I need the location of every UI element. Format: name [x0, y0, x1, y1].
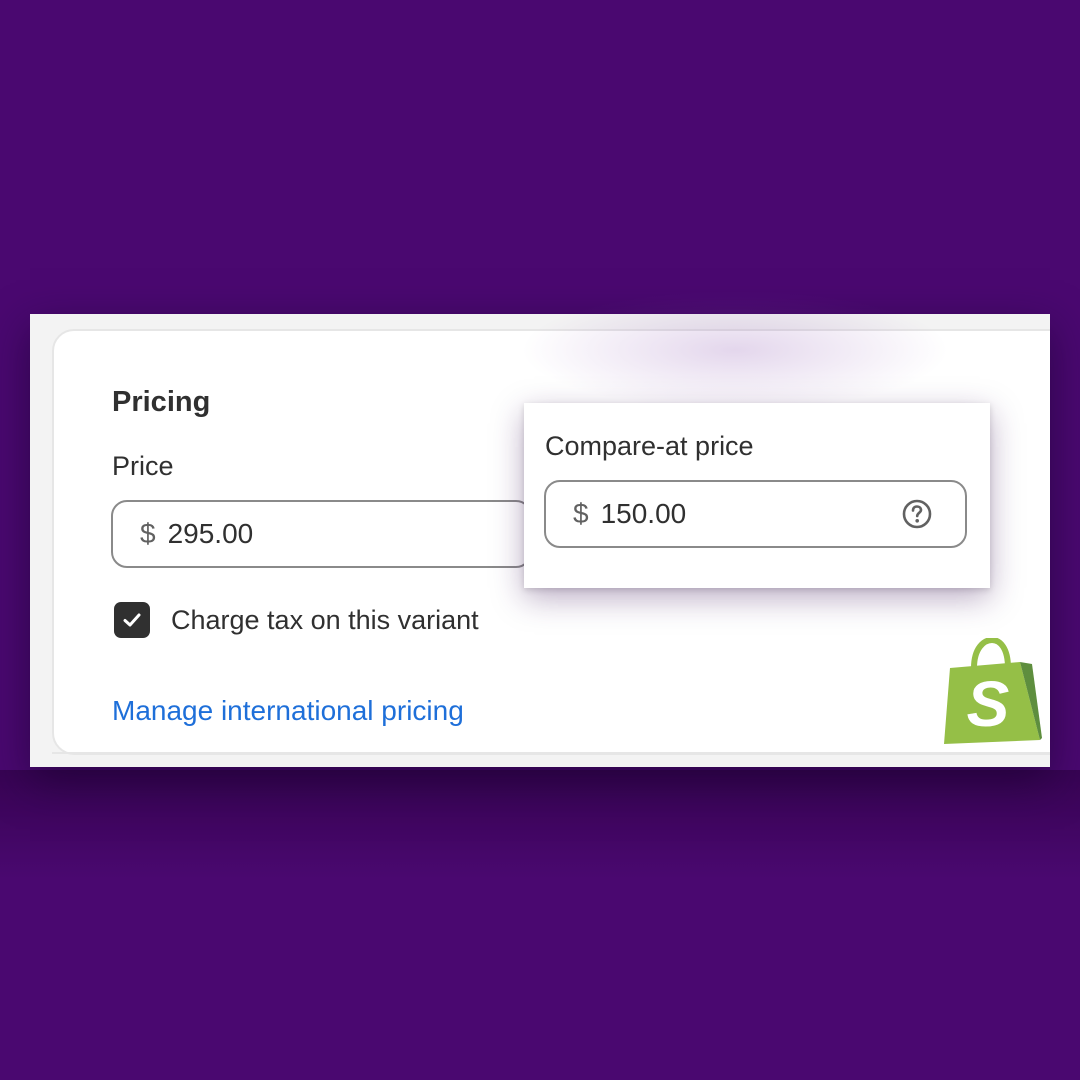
- price-label: Price: [112, 451, 174, 481]
- background-shadow: [0, 770, 1080, 880]
- charge-tax-label: Charge tax on this variant: [171, 604, 479, 635]
- manage-international-pricing-link[interactable]: Manage international pricing: [112, 695, 464, 727]
- charge-tax-row[interactable]: Charge tax on this variant: [114, 602, 479, 638]
- compare-at-currency-symbol: $: [573, 498, 589, 529]
- price-value: 295.00: [167, 518, 254, 549]
- pricing-title: Pricing: [112, 386, 211, 418]
- price-currency-symbol: $: [140, 518, 156, 549]
- svg-text:S: S: [967, 668, 1010, 740]
- charge-tax-checkbox[interactable]: [114, 602, 150, 638]
- price-input[interactable]: $ 295.00: [111, 500, 532, 568]
- popout-glow: [520, 290, 950, 410]
- checkmark-icon: [123, 613, 141, 627]
- question-circle-icon[interactable]: [901, 498, 933, 530]
- compare-at-price-popout: Compare-at price $ 150.00: [524, 403, 990, 588]
- compare-at-price-input[interactable]: $ 150.00: [544, 480, 967, 548]
- compare-at-value: 150.00: [600, 498, 687, 529]
- compare-at-price-label: Compare-at price: [545, 431, 754, 461]
- card-divider: [52, 752, 1050, 754]
- shopify-bag-logo: S: [944, 638, 1042, 744]
